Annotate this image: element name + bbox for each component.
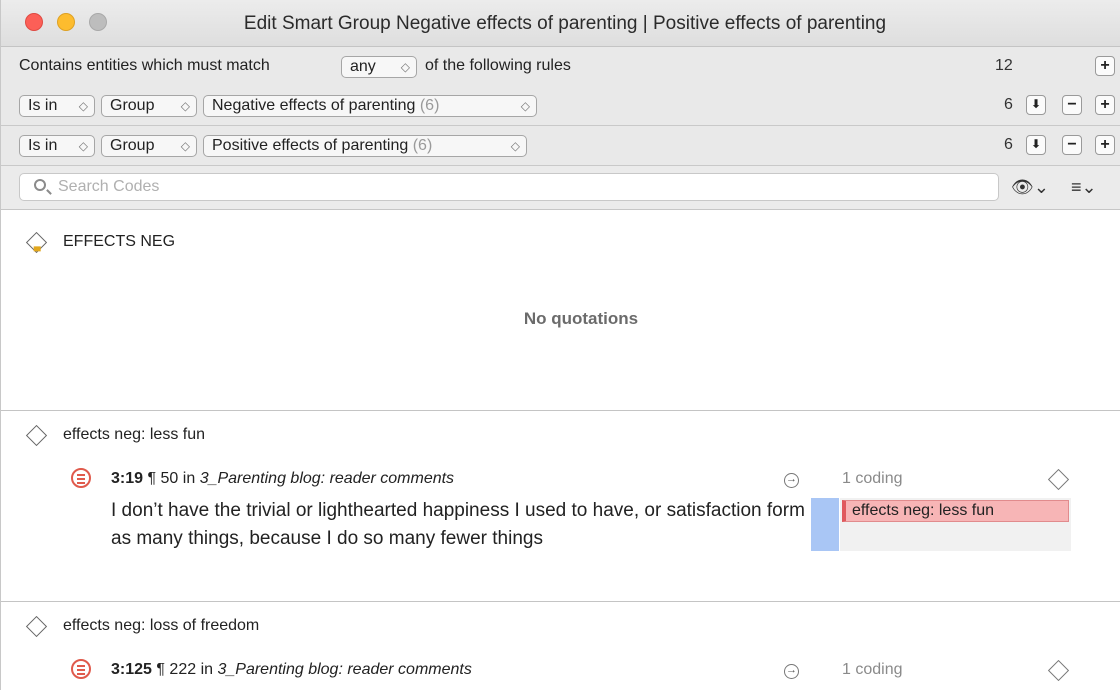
rule-value-popup[interactable]: Positive effects of parenting (6) ◇ <box>203 135 527 157</box>
search-icon <box>34 179 46 191</box>
code-name[interactable]: effects neg: less fun <box>63 426 205 444</box>
paragraph-ref: ¶ 50 <box>147 470 179 487</box>
updown-chevron-icon: ◇ <box>180 139 190 153</box>
rule-count: 6 <box>1004 96 1013 113</box>
search-field[interactable] <box>19 173 999 201</box>
rule-value-popup[interactable]: Negative effects of parenting (6) ◇ <box>203 95 537 117</box>
remove-rule-button[interactable]: − <box>1062 135 1082 155</box>
divider <box>1 410 1120 411</box>
quotation-header[interactable]: 3:125 ¶ 222 in 3_Parenting blog: reader … <box>111 661 472 679</box>
code-group-icon <box>25 231 48 254</box>
rule-operator-value: Is in <box>28 97 58 114</box>
rule-operator-value: Is in <box>28 137 58 154</box>
quotation-text: I don’t have the trivial or lighthearted… <box>111 500 805 549</box>
divider <box>1 601 1120 602</box>
match-mode-value: any <box>350 58 376 75</box>
goto-arrow-icon[interactable]: → <box>784 473 799 488</box>
updown-chevron-icon: ◇ <box>180 99 190 113</box>
rule-count: 6 <box>1004 136 1013 153</box>
in-label: in <box>182 470 196 487</box>
remove-rule-button[interactable]: − <box>1062 95 1082 115</box>
updown-chevron-icon: ◇ <box>510 139 520 153</box>
quotation-id: 3:19 <box>111 470 144 487</box>
rules-header-row: Contains entities which must match any ◇… <box>1 47 1120 87</box>
code-list-box: effects neg: less fun <box>840 498 1071 551</box>
rule-value: Negative effects of parenting <box>212 97 416 114</box>
rule-row: Is in ◇ Group ◇ Positive effects of pare… <box>1 126 1120 166</box>
coding-count: 1 coding <box>842 470 903 487</box>
download-icon[interactable]: ⬇ <box>1026 135 1046 155</box>
updown-chevron-icon: ◇ <box>78 99 88 113</box>
rule-value-count: (6) <box>412 137 433 154</box>
quotation-icon <box>71 659 91 679</box>
add-rule-button[interactable]: + <box>1095 95 1115 115</box>
search-input[interactable] <box>58 177 978 197</box>
goto-arrow-icon[interactable]: → <box>784 664 799 679</box>
code-icon <box>25 424 48 447</box>
match-prefix-label: Contains entities which must match <box>19 57 270 74</box>
quotation-header[interactable]: 3:19 ¶ 50 in 3_Parenting blog: reader co… <box>111 470 454 488</box>
updown-chevron-icon: ◇ <box>78 139 88 153</box>
rule-value-count: (6) <box>419 97 440 114</box>
match-mode-popup[interactable]: any ◇ <box>341 56 417 78</box>
quotation-highlight-bar <box>811 498 839 551</box>
code-diamond-icon[interactable] <box>1047 468 1070 491</box>
rule-type-popup[interactable]: Group ◇ <box>101 95 197 117</box>
updown-chevron-icon: ◇ <box>400 60 410 74</box>
download-icon[interactable]: ⬇ <box>1026 95 1046 115</box>
paragraph-ref: ¶ 222 <box>156 661 197 678</box>
rule-type-popup[interactable]: Group ◇ <box>101 135 197 157</box>
eye-icon[interactable]: 👁︎⌄ <box>1011 177 1049 198</box>
rule-operator-popup[interactable]: Is in ◇ <box>19 135 95 157</box>
document-name: 3_Parenting blog: reader comments <box>199 470 455 487</box>
code-icon <box>25 615 48 638</box>
in-label: in <box>200 661 214 678</box>
updown-chevron-icon: ◇ <box>520 99 530 113</box>
code-list: EFFECTS NEG No quotations effects neg: l… <box>1 211 1120 690</box>
total-count: 12 <box>995 57 1013 74</box>
rule-type-value: Group <box>110 97 155 114</box>
document-name: 3_Parenting blog: reader comments <box>217 661 472 678</box>
add-rule-button[interactable]: + <box>1095 135 1115 155</box>
add-rule-button[interactable]: + <box>1095 56 1115 76</box>
code-chip[interactable]: effects neg: less fun <box>842 500 1069 522</box>
rule-type-value: Group <box>110 137 155 154</box>
list-icon[interactable]: ≡⌄ <box>1071 177 1097 198</box>
no-quotations-label: No quotations <box>523 309 639 328</box>
match-suffix-label: of the following rules <box>425 57 571 74</box>
quotation-id: 3:125 <box>111 661 152 678</box>
window-title: Edit Smart Group Negative effects of par… <box>243 13 887 34</box>
code-name[interactable]: effects neg: loss of freedom <box>63 617 259 635</box>
smart-group-editor-window: Edit Smart Group Negative effects of par… <box>0 0 1120 690</box>
quotation-icon <box>71 468 91 488</box>
code-name[interactable]: EFFECTS NEG <box>63 233 175 251</box>
search-bar-row: 👁︎⌄ ≡⌄ <box>1 166 1120 210</box>
title-bar: Edit Smart Group Negative effects of par… <box>1 0 1120 47</box>
rule-row: Is in ◇ Group ◇ Negative effects of pare… <box>1 86 1120 126</box>
rule-operator-popup[interactable]: Is in ◇ <box>19 95 95 117</box>
coding-count: 1 coding <box>842 661 903 678</box>
rule-value: Positive effects of parenting <box>212 137 409 154</box>
code-diamond-icon[interactable] <box>1047 659 1070 682</box>
